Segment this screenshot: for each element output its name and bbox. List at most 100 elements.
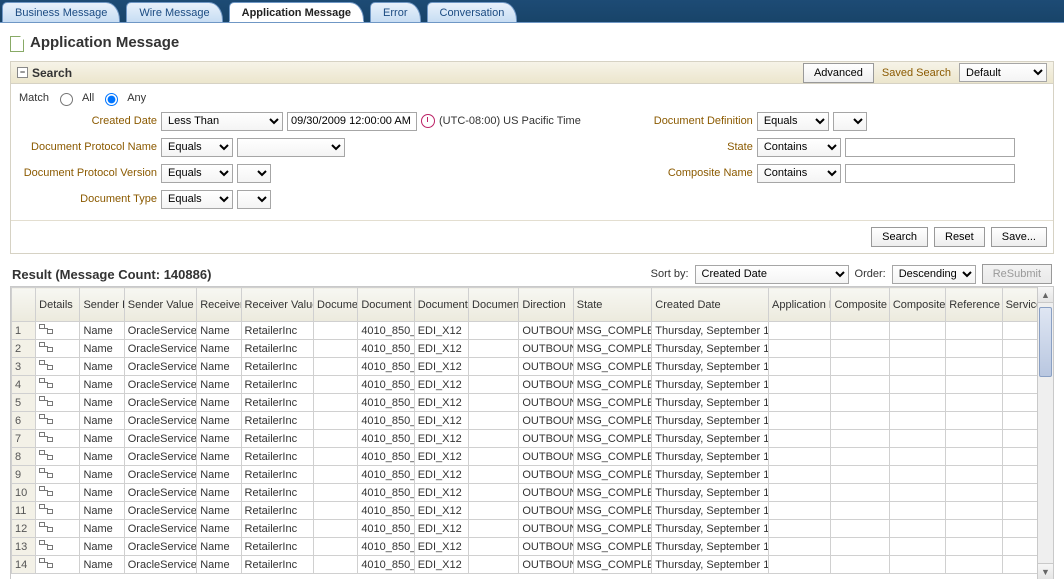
- details-tree-icon[interactable]: [39, 504, 53, 514]
- table-row[interactable]: 9NameOracleServicesNameRetailerInc4010_8…: [12, 466, 1053, 484]
- table-cell: Name: [197, 376, 241, 394]
- table-cell[interactable]: [36, 466, 80, 484]
- table-cell[interactable]: [36, 394, 80, 412]
- vertical-scrollbar[interactable]: ▲ ▼: [1037, 287, 1053, 579]
- table-row[interactable]: 4NameOracleServicesNameRetailerInc4010_8…: [12, 376, 1053, 394]
- scroll-up-arrow-icon[interactable]: ▲: [1038, 287, 1053, 303]
- save-button[interactable]: Save...: [991, 227, 1047, 247]
- column-header[interactable]: Created Date: [652, 288, 769, 322]
- table-row[interactable]: 7NameOracleServicesNameRetailerInc4010_8…: [12, 430, 1053, 448]
- match-all-radio[interactable]: [60, 93, 73, 106]
- doc-definition-value[interactable]: [833, 112, 867, 131]
- doc-type-value[interactable]: [237, 190, 271, 209]
- table-row[interactable]: 5NameOracleServicesNameRetailerInc4010_8…: [12, 394, 1053, 412]
- table-cell: OracleServices: [124, 322, 196, 340]
- table-row[interactable]: 11NameOracleServicesNameRetailerInc4010_…: [12, 502, 1053, 520]
- created-date-op[interactable]: Less Than: [161, 112, 283, 131]
- column-header[interactable]: Direction: [519, 288, 573, 322]
- column-header[interactable]: State: [573, 288, 652, 322]
- table-cell[interactable]: [36, 448, 80, 466]
- column-header[interactable]: Sender Id Type: [80, 288, 124, 322]
- reset-button[interactable]: Reset: [934, 227, 985, 247]
- tab-conversation[interactable]: Conversation: [427, 2, 518, 22]
- table-row[interactable]: 12NameOracleServicesNameRetailerInc4010_…: [12, 520, 1053, 538]
- column-header[interactable]: Receiver Value: [241, 288, 313, 322]
- table-cell[interactable]: [36, 556, 80, 574]
- table-cell[interactable]: [36, 484, 80, 502]
- state-value[interactable]: [845, 138, 1015, 157]
- table-cell[interactable]: [36, 502, 80, 520]
- table-cell[interactable]: [36, 358, 80, 376]
- table-cell[interactable]: [36, 412, 80, 430]
- details-tree-icon[interactable]: [39, 450, 53, 460]
- table-row[interactable]: 2NameOracleServicesNameRetailerInc4010_8…: [12, 340, 1053, 358]
- match-any-radio[interactable]: [105, 93, 118, 106]
- details-tree-icon[interactable]: [39, 432, 53, 442]
- doc-protocol-version-op[interactable]: Equals: [161, 164, 233, 183]
- doc-protocol-name-op[interactable]: Equals: [161, 138, 233, 157]
- details-tree-icon[interactable]: [39, 522, 53, 532]
- saved-search-select[interactable]: Default: [959, 63, 1047, 82]
- doc-definition-op[interactable]: Equals: [757, 112, 829, 131]
- details-tree-icon[interactable]: [39, 414, 53, 424]
- order-select[interactable]: Descending: [892, 265, 976, 284]
- table-cell[interactable]: [36, 520, 80, 538]
- tab-business-message[interactable]: Business Message: [2, 2, 120, 22]
- datetime-picker-icon[interactable]: [421, 114, 435, 128]
- table-cell: RetailerInc: [241, 466, 313, 484]
- column-header[interactable]: Document Definition: [358, 288, 414, 322]
- column-header[interactable]: Document Protocol Version: [469, 288, 519, 322]
- table-row[interactable]: 13NameOracleServicesNameRetailerInc4010_…: [12, 538, 1053, 556]
- column-header[interactable]: Reference Name: [946, 288, 1002, 322]
- column-header[interactable]: Sender Value: [124, 288, 196, 322]
- advanced-button[interactable]: Advanced: [803, 63, 874, 83]
- resubmit-button[interactable]: ReSubmit: [982, 264, 1052, 284]
- details-tree-icon[interactable]: [39, 468, 53, 478]
- composite-name-op[interactable]: Contains: [757, 164, 841, 183]
- doc-protocol-version-value[interactable]: [237, 164, 271, 183]
- table-row[interactable]: 8NameOracleServicesNameRetailerInc4010_8…: [12, 448, 1053, 466]
- search-button[interactable]: Search: [871, 227, 928, 247]
- details-tree-icon[interactable]: [39, 378, 53, 388]
- tab-application-message[interactable]: Application Message: [229, 2, 364, 22]
- sortby-select[interactable]: Created Date: [695, 265, 849, 284]
- column-header[interactable]: Application Name: [769, 288, 831, 322]
- state-op[interactable]: Contains: [757, 138, 841, 157]
- column-header[interactable]: Composite Version: [889, 288, 945, 322]
- details-tree-icon[interactable]: [39, 486, 53, 496]
- details-tree-icon[interactable]: [39, 360, 53, 370]
- column-header[interactable]: Docume Type: [314, 288, 358, 322]
- table-cell[interactable]: [36, 340, 80, 358]
- details-tree-icon[interactable]: [39, 540, 53, 550]
- collapse-icon[interactable]: −: [17, 67, 28, 78]
- column-header[interactable]: [12, 288, 36, 322]
- table-cell[interactable]: [36, 376, 80, 394]
- table-cell[interactable]: [36, 430, 80, 448]
- tab-wire-message[interactable]: Wire Message: [126, 2, 222, 22]
- details-tree-icon[interactable]: [39, 324, 53, 334]
- created-date-input[interactable]: [287, 112, 417, 131]
- tab-error[interactable]: Error: [370, 2, 420, 22]
- details-tree-icon[interactable]: [39, 342, 53, 352]
- column-header[interactable]: Composite Name: [831, 288, 889, 322]
- table-cell[interactable]: [36, 322, 80, 340]
- column-header[interactable]: Receiver Id Type: [197, 288, 241, 322]
- details-tree-icon[interactable]: [39, 558, 53, 568]
- table-row[interactable]: 6NameOracleServicesNameRetailerInc4010_8…: [12, 412, 1053, 430]
- scroll-thumb[interactable]: [1039, 307, 1052, 377]
- column-header[interactable]: Details: [36, 288, 80, 322]
- doc-type-op[interactable]: Equals: [161, 190, 233, 209]
- scroll-down-arrow-icon[interactable]: ▼: [1038, 563, 1053, 579]
- table-row[interactable]: 3NameOracleServicesNameRetailerInc4010_8…: [12, 358, 1053, 376]
- table-row[interactable]: 1NameOracleServicesNameRetailerInc4010_8…: [12, 322, 1053, 340]
- table-cell: Thursday, September 17: [652, 430, 769, 448]
- composite-name-value[interactable]: [845, 164, 1015, 183]
- doc-protocol-name-value[interactable]: [237, 138, 345, 157]
- column-header[interactable]: Document Protocol Name: [414, 288, 468, 322]
- table-cell: Name: [197, 448, 241, 466]
- table-cell[interactable]: [36, 538, 80, 556]
- table-cell: [831, 520, 889, 538]
- table-row[interactable]: 14NameOracleServicesNameRetailerInc4010_…: [12, 556, 1053, 574]
- details-tree-icon[interactable]: [39, 396, 53, 406]
- table-row[interactable]: 10NameOracleServicesNameRetailerInc4010_…: [12, 484, 1053, 502]
